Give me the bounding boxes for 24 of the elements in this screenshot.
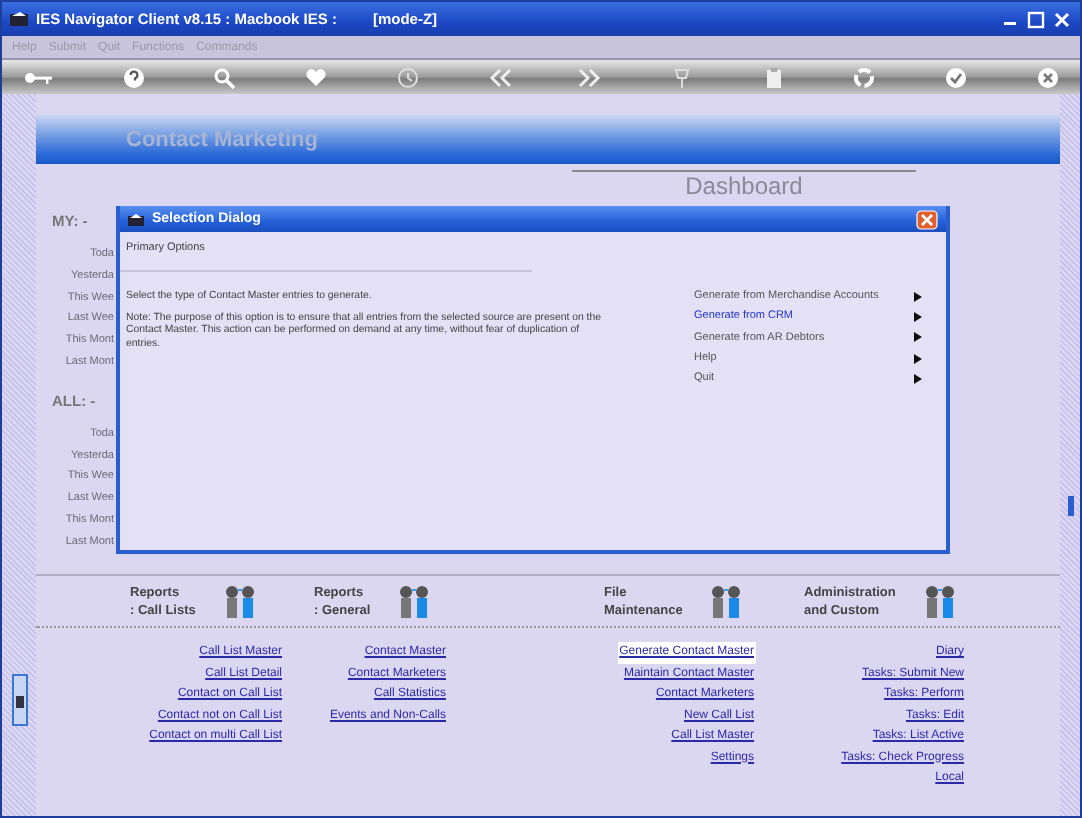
maximize-icon[interactable] xyxy=(1026,9,1046,29)
close-icon[interactable] xyxy=(916,209,938,229)
check-icon[interactable] xyxy=(944,65,969,89)
clipboard-icon[interactable] xyxy=(761,65,786,89)
app-icon xyxy=(10,10,28,28)
header-banner: Contact Marketing xyxy=(36,114,1060,164)
cancel-icon[interactable] xyxy=(1035,65,1060,89)
help-icon[interactable] xyxy=(121,65,146,89)
side-panel-icon[interactable] xyxy=(11,674,27,726)
dashboard-title: Dashboard xyxy=(685,174,803,200)
heart-icon[interactable] xyxy=(304,65,329,89)
close-icon[interactable] xyxy=(1052,9,1072,29)
app-icon xyxy=(128,211,144,227)
people-icon[interactable] xyxy=(923,584,956,618)
people-icon[interactable] xyxy=(398,584,431,618)
search-icon[interactable] xyxy=(212,65,237,89)
clock-icon[interactable] xyxy=(395,65,420,89)
pin-icon[interactable] xyxy=(670,65,695,89)
people-icon[interactable] xyxy=(223,584,256,618)
rewind-icon[interactable] xyxy=(487,65,512,89)
forward-icon[interactable] xyxy=(578,65,603,89)
scroll-marker-icon[interactable] xyxy=(1067,496,1073,516)
refresh-icon[interactable] xyxy=(852,65,877,89)
people-icon[interactable] xyxy=(710,584,743,618)
